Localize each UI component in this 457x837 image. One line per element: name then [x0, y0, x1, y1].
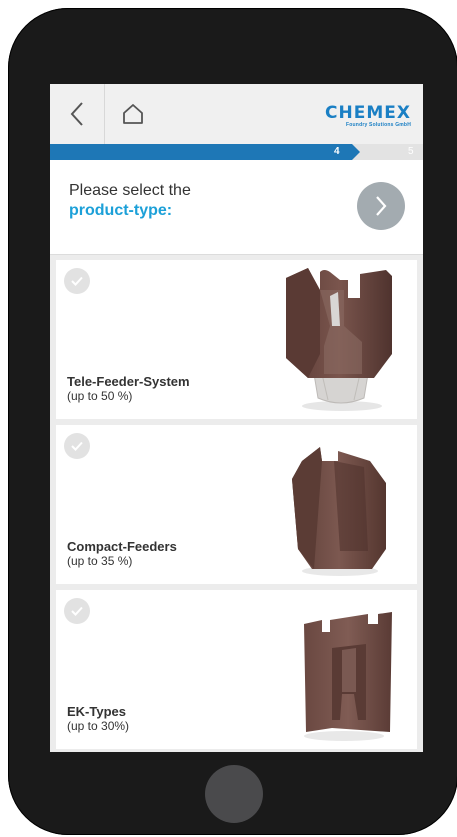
- selection-header: Please select the product-type:: [50, 160, 423, 255]
- progress-bar: 4 5: [50, 144, 423, 160]
- chevron-left-icon: [70, 102, 83, 126]
- chevron-right-icon: [376, 196, 387, 216]
- home-icon: [123, 104, 143, 124]
- top-bar: CHEMEX Foundry Solutions GmbH: [50, 84, 423, 145]
- ek-type-image: [304, 612, 392, 741]
- product-card-compact-feeders[interactable]: Compact-Feeders (up to 35 %): [56, 425, 417, 584]
- check-indicator[interactable]: [64, 598, 90, 624]
- tele-feeder-image: [286, 268, 392, 411]
- product-subtitle: (up to 30%): [67, 719, 130, 733]
- check-icon: [71, 441, 83, 451]
- check-icon: [71, 276, 83, 286]
- progress-arrow: [352, 144, 360, 160]
- home-nav-button[interactable]: [105, 84, 161, 144]
- check-indicator[interactable]: [64, 433, 90, 459]
- compact-feeder-image: [292, 447, 386, 576]
- brand-logo: CHEMEX Foundry Solutions GmbH: [325, 104, 411, 128]
- product-title: Compact-Feeders: [67, 539, 177, 554]
- back-button[interactable]: [50, 84, 105, 144]
- device-home-button[interactable]: [205, 765, 263, 823]
- prompt-text: Please select the: [69, 182, 191, 199]
- product-card-ek-types[interactable]: EK-Types (up to 30%): [56, 590, 417, 749]
- product-subtitle: (up to 35 %): [67, 554, 133, 568]
- brand-name: CHEMEX: [325, 103, 411, 123]
- check-icon: [71, 606, 83, 616]
- product-title: Tele-Feeder-System: [67, 374, 190, 389]
- progress-step-next: 5: [408, 146, 414, 157]
- app-screen: CHEMEX Foundry Solutions GmbH 4 5 Please…: [50, 84, 423, 752]
- progress-step-current: 4: [334, 146, 340, 157]
- product-card-tele-feeder[interactable]: Tele-Feeder-System (up to 50 %): [56, 260, 417, 419]
- next-button[interactable]: [357, 182, 405, 230]
- product-subtitle: (up to 50 %): [67, 389, 133, 403]
- product-title: EK-Types: [67, 704, 126, 719]
- prompt-highlight: product-type:: [69, 202, 173, 219]
- check-indicator[interactable]: [64, 268, 90, 294]
- progress-fill: [50, 144, 352, 160]
